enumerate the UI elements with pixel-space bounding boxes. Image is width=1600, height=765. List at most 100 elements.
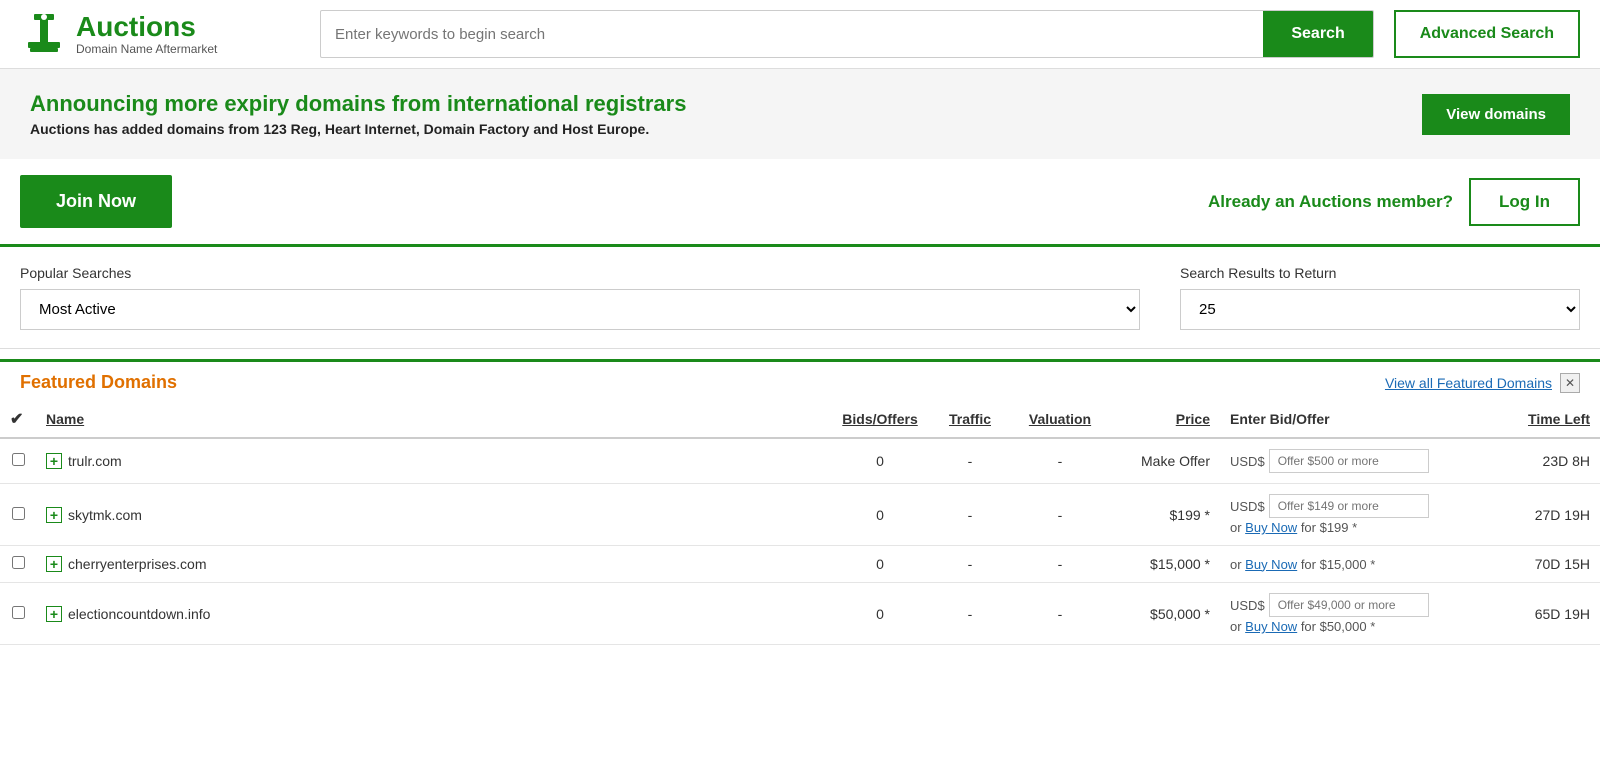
domain-time-left: 70D 15H xyxy=(1500,546,1600,583)
domain-price: $50,000 * xyxy=(1110,583,1220,645)
row-checkbox-cell xyxy=(0,484,36,546)
bid-input[interactable] xyxy=(1269,449,1429,473)
popular-searches-label: Popular Searches xyxy=(20,265,1140,281)
domain-traffic: - xyxy=(930,583,1010,645)
bid-input[interactable] xyxy=(1269,494,1429,518)
domains-table: ✔ Name Bids/Offers Traffic Valuation Pri… xyxy=(0,401,1600,645)
member-text: Already an Auctions member? xyxy=(1208,192,1453,212)
domain-time-left: 65D 19H xyxy=(1500,583,1600,645)
popular-searches-select[interactable]: Most Active Ending Soon Newly Listed Buy… xyxy=(20,289,1140,330)
table-row: +cherryenterprises.com0--$15,000 *or Buy… xyxy=(0,546,1600,583)
featured-header-right: View all Featured Domains ✕ xyxy=(1385,373,1580,393)
domain-link[interactable]: trulr.com xyxy=(68,453,122,469)
domain-bids: 0 xyxy=(830,583,930,645)
domain-name-cell: + electioncountdown.info xyxy=(36,583,830,645)
currency-label: USD$ xyxy=(1230,499,1265,514)
join-now-button[interactable]: Join Now xyxy=(20,175,172,228)
domain-price: $15,000 * xyxy=(1110,546,1220,583)
domain-link[interactable]: electioncountdown.info xyxy=(68,606,210,622)
domain-traffic: - xyxy=(930,484,1010,546)
domain-price: Make Offer xyxy=(1110,438,1220,484)
col-header-name[interactable]: Name xyxy=(36,401,830,438)
close-featured-icon[interactable]: ✕ xyxy=(1560,373,1580,393)
col-header-bids[interactable]: Bids/Offers xyxy=(830,401,930,438)
header: Auctions Domain Name Aftermarket Search … xyxy=(0,0,1600,69)
results-count-select[interactable]: 10 25 50 100 xyxy=(1180,289,1580,330)
domain-checkbox[interactable] xyxy=(12,453,25,466)
col-header-enter-bid: Enter Bid/Offer xyxy=(1220,401,1500,438)
logo-text-area: Auctions Domain Name Aftermarket xyxy=(76,12,217,57)
search-input[interactable] xyxy=(321,16,1263,53)
row-checkbox-cell xyxy=(0,438,36,484)
view-all-featured-link[interactable]: View all Featured Domains xyxy=(1385,375,1552,391)
domain-valuation: - xyxy=(1010,546,1110,583)
domain-plus-icon: + xyxy=(46,507,62,523)
domain-name-cell: + skytmk.com xyxy=(36,484,830,546)
domain-link[interactable]: skytmk.com xyxy=(68,507,142,523)
domain-plus-icon: + xyxy=(46,606,62,622)
checkmark-all-icon: ✔ xyxy=(10,411,23,428)
row-checkbox-cell xyxy=(0,583,36,645)
buy-now-link[interactable]: Buy Now xyxy=(1245,557,1297,572)
buy-now-link[interactable]: Buy Now xyxy=(1245,520,1297,535)
featured-section: Featured Domains View all Featured Domai… xyxy=(0,359,1600,645)
domain-name-cell: + trulr.com xyxy=(36,438,830,484)
login-area: Already an Auctions member? Log In xyxy=(1208,178,1580,226)
table-row: +skytmk.com0--$199 *USD$or Buy Now for $… xyxy=(0,484,1600,546)
table-header-row: ✔ Name Bids/Offers Traffic Valuation Pri… xyxy=(0,401,1600,438)
currency-label: USD$ xyxy=(1230,598,1265,613)
currency-label: USD$ xyxy=(1230,454,1265,469)
domain-checkbox[interactable] xyxy=(12,507,25,520)
domain-plus-icon: + xyxy=(46,556,62,572)
domain-checkbox[interactable] xyxy=(12,556,25,569)
view-domains-button[interactable]: View domains xyxy=(1422,94,1570,135)
logo-area: Auctions Domain Name Aftermarket xyxy=(20,10,300,58)
buy-now-row: or Buy Now for $50,000 * xyxy=(1230,619,1490,634)
buy-now-link[interactable]: Buy Now xyxy=(1245,619,1297,634)
domain-bids: 0 xyxy=(830,484,930,546)
banner-heading: Announcing more expiry domains from inte… xyxy=(30,91,686,117)
domain-bid-cell: USD$ or Buy Now for $199 * xyxy=(1220,484,1500,546)
domain-name-cell: + cherryenterprises.com xyxy=(36,546,830,583)
domain-bids: 0 xyxy=(830,438,930,484)
buy-now-row: or Buy Now for $199 * xyxy=(1230,520,1490,535)
announcement-banner: Announcing more expiry domains from inte… xyxy=(0,69,1600,159)
col-header-price[interactable]: Price xyxy=(1110,401,1220,438)
domain-bids: 0 xyxy=(830,546,930,583)
domain-bid-cell: USD$ or Buy Now for $50,000 * xyxy=(1220,583,1500,645)
auth-section: Join Now Already an Auctions member? Log… xyxy=(0,159,1600,244)
featured-title: Featured Domains xyxy=(20,372,177,393)
domain-price: $199 * xyxy=(1110,484,1220,546)
domain-link[interactable]: cherryenterprises.com xyxy=(68,556,207,572)
domain-plus-icon: + xyxy=(46,453,62,469)
logo-subtitle: Domain Name Aftermarket xyxy=(76,42,217,56)
banner-text: Announcing more expiry domains from inte… xyxy=(30,91,686,137)
col-header-traffic[interactable]: Traffic xyxy=(930,401,1010,438)
domain-time-left: 23D 8H xyxy=(1500,438,1600,484)
col-header-check: ✔ xyxy=(0,401,36,438)
domain-traffic: - xyxy=(930,438,1010,484)
login-button[interactable]: Log In xyxy=(1469,178,1580,226)
col-header-time-left[interactable]: Time Left xyxy=(1500,401,1600,438)
domain-time-left: 27D 19H xyxy=(1500,484,1600,546)
advanced-search-button[interactable]: Advanced Search xyxy=(1394,10,1580,58)
domain-checkbox[interactable] xyxy=(12,606,25,619)
domain-bid-cell: or Buy Now for $15,000 * xyxy=(1220,546,1500,583)
logo-icon xyxy=(20,10,68,58)
domain-valuation: - xyxy=(1010,583,1110,645)
search-filters: Popular Searches Most Active Ending Soon… xyxy=(0,244,1600,349)
domain-valuation: - xyxy=(1010,484,1110,546)
buy-now-row: or Buy Now for $15,000 * xyxy=(1230,557,1490,572)
results-count-group: Search Results to Return 10 25 50 100 xyxy=(1180,265,1580,330)
results-count-label: Search Results to Return xyxy=(1180,265,1580,281)
popular-searches-group: Popular Searches Most Active Ending Soon… xyxy=(20,265,1140,330)
search-button[interactable]: Search xyxy=(1263,11,1372,57)
search-bar: Search xyxy=(320,10,1374,58)
col-header-valuation[interactable]: Valuation xyxy=(1010,401,1110,438)
row-checkbox-cell xyxy=(0,546,36,583)
bid-input[interactable] xyxy=(1269,593,1429,617)
domain-valuation: - xyxy=(1010,438,1110,484)
banner-subtext: Auctions has added domains from 123 Reg,… xyxy=(30,121,686,137)
table-row: +trulr.com0--Make OfferUSD$23D 8H xyxy=(0,438,1600,484)
table-row: +electioncountdown.info0--$50,000 *USD$o… xyxy=(0,583,1600,645)
